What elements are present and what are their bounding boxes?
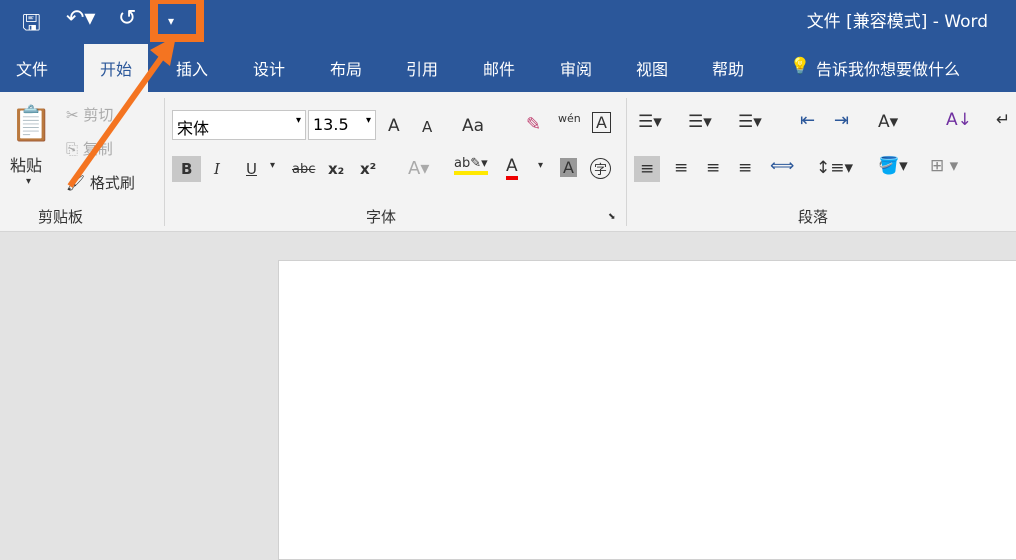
annotation-arrow bbox=[67, 36, 176, 188]
